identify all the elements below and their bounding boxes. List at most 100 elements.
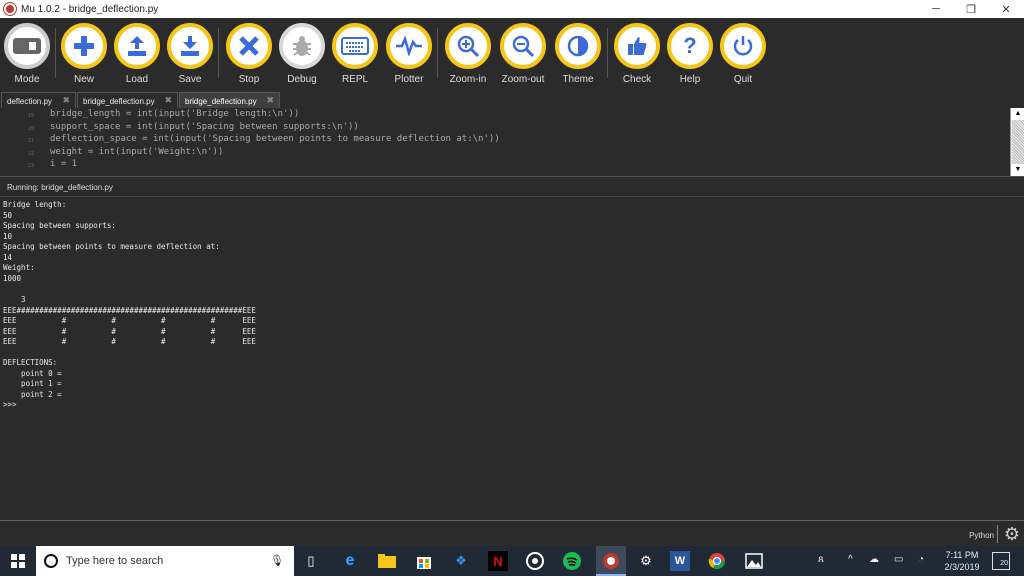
mode-button[interactable]: Mode bbox=[1, 21, 53, 89]
plotter-button[interactable]: Plotter bbox=[383, 21, 435, 89]
toolbar-separator bbox=[437, 28, 438, 78]
help-button[interactable]: ? Help bbox=[664, 21, 716, 89]
zoom-out-icon bbox=[500, 23, 546, 69]
output-line: DEFLECTIONS: bbox=[3, 358, 58, 367]
minimize-button[interactable]: ─ bbox=[918, 0, 954, 18]
tab-bridge-deflection[interactable]: bridge_deflection.py ✖ bbox=[77, 92, 178, 108]
output-line: point 1 = bbox=[3, 379, 62, 388]
dropbox-icon[interactable]: ❖ bbox=[451, 551, 471, 571]
repl-button[interactable]: REPL bbox=[329, 21, 381, 89]
tab-close-icon[interactable]: ✖ bbox=[62, 95, 70, 106]
output-line: EEE # # # # EEE bbox=[3, 327, 256, 336]
output-line: point 0 = bbox=[3, 369, 62, 378]
theme-label: Theme bbox=[562, 74, 594, 85]
edge-icon[interactable]: e bbox=[340, 551, 360, 571]
output-line: point 2 = bbox=[3, 390, 62, 399]
x-icon bbox=[226, 23, 272, 69]
code-line: support_space = int(input('Spacing betwe… bbox=[50, 122, 359, 132]
save-button[interactable]: Save bbox=[164, 21, 216, 89]
window-title: Mu 1.0.2 - bridge_deflection.py bbox=[21, 3, 159, 15]
tab-close-icon[interactable]: ✖ bbox=[164, 95, 172, 106]
code-line: bridge_length = int(input('Bridge length… bbox=[50, 109, 300, 119]
stop-button[interactable]: Stop bbox=[223, 21, 275, 89]
line-number: 22 bbox=[28, 151, 35, 157]
quit-button[interactable]: Quit bbox=[717, 21, 769, 89]
battery-icon[interactable]: ▭ bbox=[894, 554, 903, 565]
scroll-up-icon[interactable]: ▲ bbox=[1011, 108, 1024, 120]
windows-icon bbox=[11, 554, 25, 568]
mu-taskbar-icon[interactable] bbox=[596, 546, 626, 576]
thumbs-up-icon bbox=[614, 23, 660, 69]
code-line: deflection_space = int(input('Spacing be… bbox=[50, 134, 500, 144]
line-number: 20 bbox=[28, 126, 35, 132]
output-line: 1000 bbox=[3, 274, 22, 283]
tab-label: deflection.py bbox=[7, 97, 52, 106]
mode-indicator[interactable]: Python bbox=[969, 531, 994, 540]
line-number-gutter: 19 20 21 22 23 bbox=[0, 108, 46, 176]
load-button[interactable]: Load bbox=[111, 21, 163, 89]
scroll-down-icon[interactable]: ▼ bbox=[1011, 164, 1024, 176]
settings-icon[interactable]: ⚙ bbox=[636, 551, 656, 571]
task-view-icon[interactable]: ▯ bbox=[301, 551, 321, 571]
search-placeholder: Type here to search bbox=[66, 555, 164, 567]
plotter-label: Plotter bbox=[394, 74, 424, 85]
output-line: 50 bbox=[3, 211, 13, 220]
maximize-button[interactable]: ❐ bbox=[953, 0, 989, 18]
zoom-in-button[interactable]: Zoom-in bbox=[442, 21, 494, 89]
tab-deflection[interactable]: deflection.py ✖ bbox=[1, 92, 76, 108]
file-explorer-icon[interactable] bbox=[377, 551, 397, 571]
power-icon bbox=[720, 23, 766, 69]
notification-center-icon[interactable]: 20 bbox=[992, 552, 1010, 570]
close-button[interactable]: ✕ bbox=[988, 0, 1024, 18]
spotify-icon[interactable] bbox=[562, 551, 582, 571]
tab-bar: deflection.py ✖ bridge_deflection.py ✖ b… bbox=[0, 90, 1024, 108]
toolbar: Mode New Load Save Stop Debug REPL Plott… bbox=[0, 18, 1024, 90]
status-divider bbox=[997, 525, 998, 543]
chrome-icon[interactable] bbox=[707, 551, 727, 571]
runpane-header: Running: bridge_deflection.py bbox=[0, 176, 1024, 196]
run-output[interactable]: Bridge length: 50 Spacing between suppor… bbox=[0, 196, 1024, 520]
debug-button[interactable]: Debug bbox=[276, 21, 328, 89]
cortana-icon bbox=[44, 554, 58, 568]
theme-button[interactable]: Theme bbox=[552, 21, 604, 89]
toolbar-separator bbox=[55, 28, 56, 78]
system-clock[interactable]: 7:11 PM 2/3/2019 bbox=[938, 549, 986, 573]
zoom-in-icon bbox=[445, 23, 491, 69]
new-button[interactable]: New bbox=[58, 21, 110, 89]
output-line: EEE # # # # EEE bbox=[3, 316, 256, 325]
clock-time: 7:11 PM bbox=[945, 550, 979, 560]
check-button[interactable]: Check bbox=[611, 21, 663, 89]
word-icon[interactable]: W bbox=[670, 551, 690, 571]
scroll-track[interactable] bbox=[1012, 120, 1024, 164]
microphone-icon[interactable]: 🎙 bbox=[270, 554, 284, 567]
obs-icon[interactable] bbox=[525, 551, 545, 571]
onedrive-icon[interactable]: ☁ bbox=[869, 554, 879, 565]
question-icon: ? bbox=[667, 23, 713, 69]
tab-label: bridge_deflection.py bbox=[185, 97, 257, 106]
tab-bridge-deflection-active[interactable]: bridge_deflection.py ✖ bbox=[179, 92, 280, 108]
taskbar-search[interactable]: Type here to search 🎙 bbox=[36, 546, 294, 576]
mode-label: Mode bbox=[14, 74, 40, 85]
windows-taskbar: Type here to search 🎙 ▯ e ❖ N ⚙ W ጸ ^ ☁ … bbox=[0, 546, 1024, 576]
start-button[interactable] bbox=[0, 546, 36, 576]
chevron-up-icon[interactable]: ^ bbox=[848, 554, 853, 565]
line-number: 23 bbox=[28, 163, 35, 169]
wifi-icon[interactable]: ◔ bbox=[918, 554, 924, 565]
zoom-out-button[interactable]: Zoom-out bbox=[497, 21, 549, 89]
theme-icon bbox=[555, 23, 601, 69]
photos-icon[interactable] bbox=[744, 551, 764, 571]
store-icon[interactable] bbox=[414, 551, 434, 571]
editor-scrollbar[interactable]: ▲ ▼ bbox=[1010, 108, 1024, 176]
code-line: i = 1 bbox=[50, 159, 78, 169]
quit-label: Quit bbox=[733, 74, 753, 85]
repl-prompt[interactable]: >>> bbox=[3, 400, 17, 409]
netflix-icon[interactable]: N bbox=[488, 551, 508, 571]
code-editor[interactable]: 19 20 21 22 23 bridge_length = int(input… bbox=[0, 108, 1024, 176]
output-line: 14 bbox=[3, 253, 13, 262]
people-icon[interactable]: ጸ bbox=[818, 554, 824, 565]
gear-icon[interactable]: ⚙ bbox=[1002, 524, 1022, 544]
runpane-title: Running: bridge_deflection.py bbox=[7, 183, 113, 192]
clock-date: 2/3/2019 bbox=[944, 562, 980, 572]
mode-icon bbox=[4, 23, 50, 69]
tab-close-icon[interactable]: ✖ bbox=[266, 95, 274, 106]
